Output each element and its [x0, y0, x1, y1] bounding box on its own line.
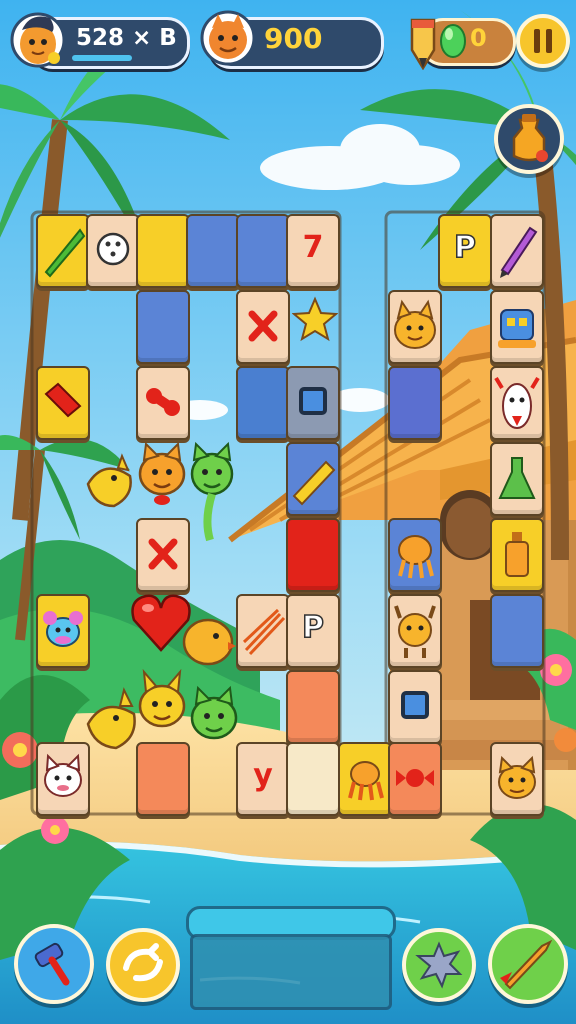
hammer-powerup-icon [34, 942, 70, 986]
pencil-icon[interactable] [408, 14, 438, 71]
square-frame-icon [401, 691, 429, 719]
yellow-fish-creature-2[interactable] [84, 684, 140, 754]
dice-icon [96, 232, 130, 266]
goat-icon [494, 376, 540, 429]
board-tile[interactable] [490, 366, 544, 440]
bone-icon [146, 388, 180, 416]
sticks-icon [242, 608, 286, 656]
board-tile[interactable] [136, 366, 190, 440]
potion-shop-button[interactable] [494, 104, 564, 174]
swap-powerup-icon [123, 943, 163, 982]
board-tile[interactable]: P [286, 594, 340, 668]
blue-robot-icon [498, 309, 536, 348]
score-creature-icon [200, 10, 256, 66]
orange-bird-creature[interactable] [180, 610, 236, 670]
splat-powerup-icon [415, 941, 463, 989]
board-tile[interactable] [286, 742, 340, 816]
gem-count: 0 [470, 24, 487, 52]
squid-icon [398, 535, 434, 579]
board-tile[interactable] [136, 290, 190, 364]
dart-powerup-icon [500, 939, 553, 990]
candy-icon [396, 769, 434, 787]
board-tile[interactable] [36, 366, 90, 440]
bottle-icon [505, 532, 529, 577]
board-tile[interactable] [388, 742, 442, 816]
deer-icon [394, 605, 436, 658]
board-tile[interactable] [388, 670, 442, 744]
board-tile[interactable]: y [236, 742, 290, 816]
board-tile[interactable] [36, 594, 90, 668]
board-tile[interactable] [86, 214, 140, 288]
player-avatar-icon[interactable] [10, 8, 66, 70]
board-tile[interactable] [388, 518, 442, 592]
player-counter-text: 528 × B [76, 25, 177, 51]
player-progress-bar [72, 55, 132, 61]
gem-icon [438, 22, 468, 60]
x-mark-icon [248, 310, 278, 342]
board-tile[interactable] [388, 290, 442, 364]
board-tile[interactable] [338, 742, 392, 816]
board-tile[interactable] [388, 366, 442, 440]
star-icon [291, 296, 339, 342]
potion-shop-icon [512, 114, 548, 162]
red-block-icon [44, 382, 82, 418]
fox-icon [394, 299, 436, 349]
board-tile[interactable] [286, 366, 340, 440]
flask-icon [498, 457, 536, 499]
white-cat-icon [44, 753, 82, 797]
board-tile[interactable] [236, 366, 290, 440]
pause-button[interactable] [516, 14, 570, 68]
board-tile[interactable] [388, 594, 442, 668]
board-tile[interactable] [490, 214, 544, 288]
board-tile[interactable] [490, 518, 544, 592]
splat-powerup-button[interactable] [402, 928, 476, 1002]
dart-powerup-button[interactable] [488, 924, 568, 1004]
orange-cat-creature[interactable] [134, 440, 190, 506]
green-cat-creature[interactable] [184, 440, 240, 544]
board-tile[interactable] [490, 594, 544, 668]
dog-icon [498, 755, 536, 799]
game-scene: 528 × B 900 0 7 P P y [0, 0, 576, 1024]
board-tile[interactable] [286, 442, 340, 516]
board-tile[interactable] [236, 594, 290, 668]
board-tile[interactable] [236, 214, 290, 288]
board-tile[interactable]: P [438, 214, 492, 288]
x-mark-icon [148, 538, 178, 570]
board-tile[interactable] [36, 742, 90, 816]
tile-glyph: P [301, 609, 325, 646]
board-tile[interactable] [186, 214, 240, 288]
board-tile[interactable] [136, 742, 190, 816]
board-tile[interactable]: 7 [286, 214, 340, 288]
leaf-icon [44, 228, 86, 278]
yellow-bunny-creature[interactable] [134, 668, 190, 736]
score-value: 900 [264, 22, 323, 55]
board-tile[interactable] [286, 518, 340, 592]
yellow-fish-creature[interactable] [84, 448, 136, 512]
board-tile[interactable] [490, 742, 544, 816]
board-tile[interactable] [136, 214, 190, 288]
board-tile[interactable] [36, 214, 90, 288]
board-tile[interactable] [490, 442, 544, 516]
board-tile[interactable] [136, 518, 190, 592]
tile-glyph: 7 [302, 230, 324, 265]
green-cat-creature-2[interactable] [186, 680, 242, 750]
tile-glyph: P [453, 229, 477, 266]
tile-glyph: y [253, 758, 273, 793]
board-tile[interactable] [286, 670, 340, 744]
square-frame-icon [299, 387, 327, 415]
board-tile[interactable] [236, 290, 290, 364]
swap-powerup-button[interactable] [106, 928, 180, 1002]
orange-squid-icon [348, 761, 384, 801]
pause-icon [534, 29, 552, 53]
yellow-stick-icon [292, 460, 336, 506]
board-tile[interactable] [490, 290, 544, 364]
pink-mouse-icon [43, 611, 83, 647]
hammer-powerup-button[interactable] [14, 924, 94, 1004]
tile-tray[interactable] [190, 934, 392, 1010]
crayon-icon [500, 226, 538, 278]
